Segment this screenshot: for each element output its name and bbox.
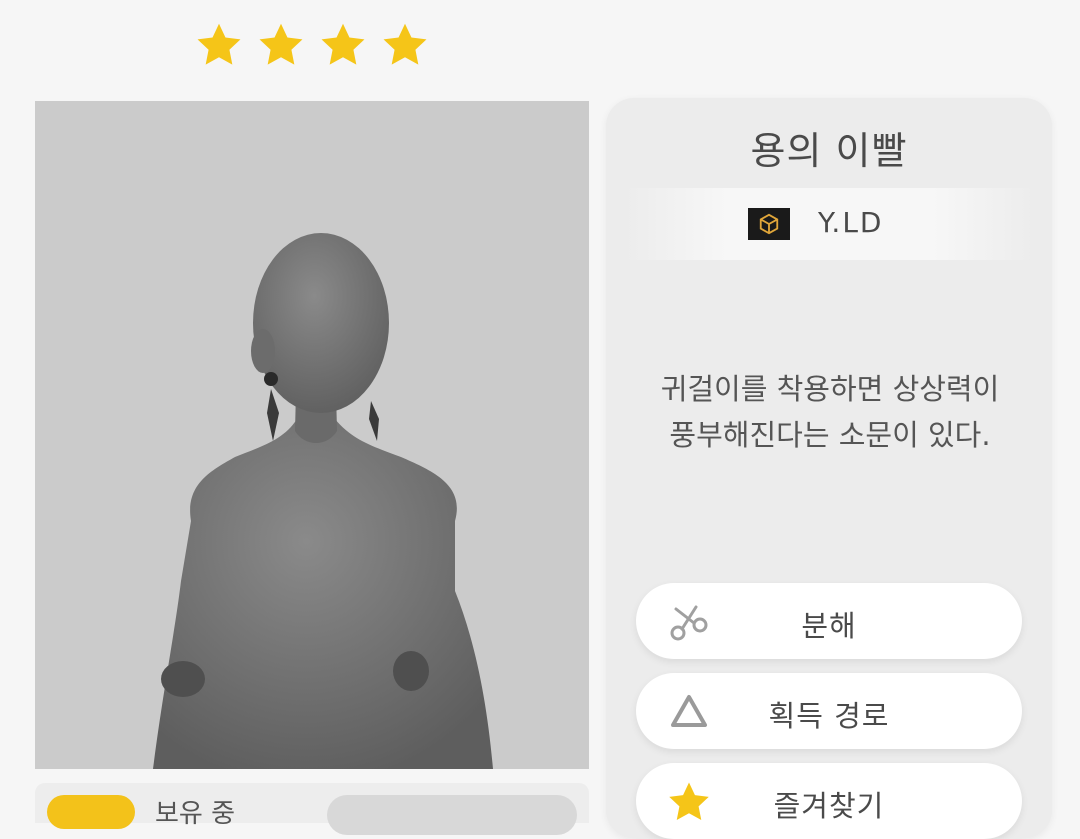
star-icon [380,20,430,70]
status-bar: 보유 중 [35,783,589,835]
brand-name: Y.LD [818,206,884,239]
acquire-source-button[interactable]: 획득 경로 [636,673,1022,749]
star-icon [256,20,306,70]
item-preview[interactable] [35,101,589,769]
earring-left [264,372,279,441]
earring-right [369,401,379,441]
item-name: 용의 이빨 [750,129,908,173]
rarity-stars [194,20,430,70]
acquire-source-label: 획득 경로 [768,699,890,733]
favorite-button[interactable]: 즐겨찾기 [636,763,1022,839]
dismantle-label: 분해 [801,609,857,643]
description-line: 풍부해진다는 소문이 있다. [669,418,991,452]
favorite-label: 즐겨찾기 [773,789,885,823]
wear-button[interactable] [327,795,577,835]
item-description: 귀걸이를 착용하면 상상력이 풍부해진다는 소문이 있다. [624,366,1036,458]
dismantle-button[interactable]: 분해 [636,583,1022,659]
brand-cube-icon [748,208,790,240]
owned-label: 보유 중 [155,799,236,829]
brand-row: Y.LD [624,188,1036,260]
description-line: 귀걸이를 착용하면 상상력이 [660,372,1000,406]
star-icon [194,20,244,70]
owned-badge [47,795,135,829]
star-icon [318,20,368,70]
